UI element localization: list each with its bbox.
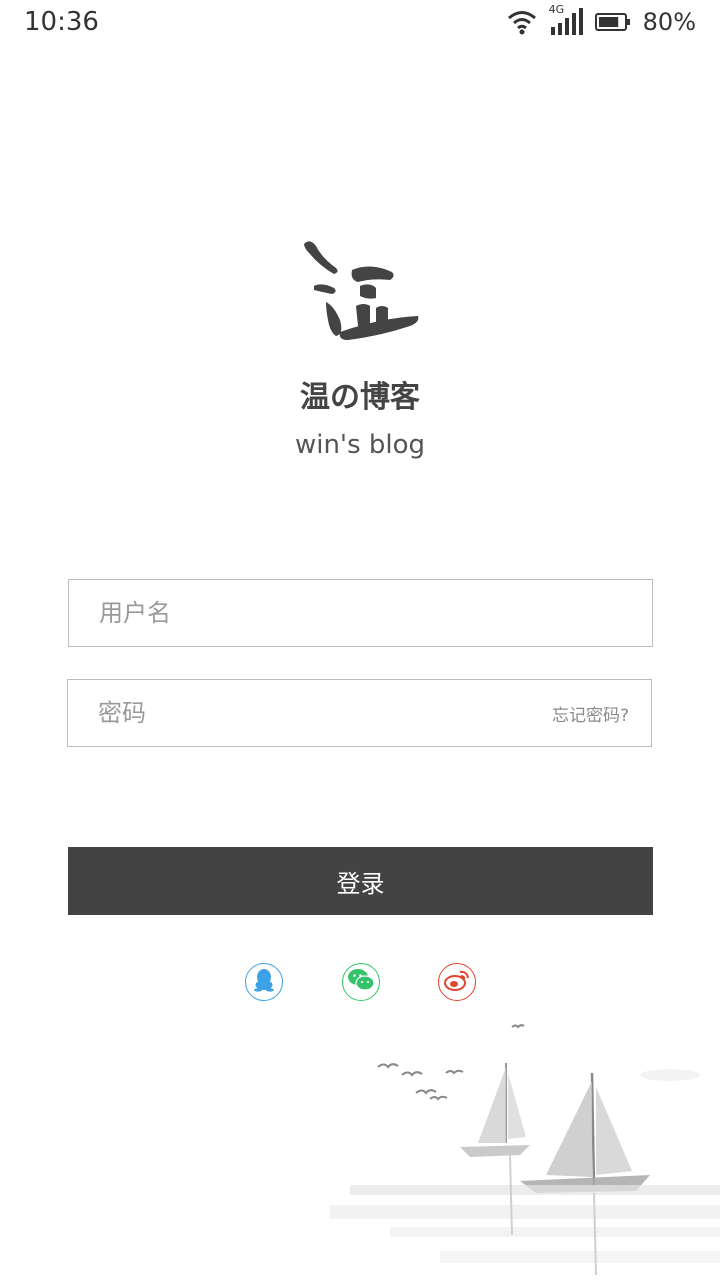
wen-calligraphy-logo-icon (300, 236, 422, 346)
sailboat-scenery-illustration (330, 1015, 720, 1280)
username-input[interactable] (69, 580, 652, 646)
password-input[interactable] (68, 680, 552, 746)
weibo-icon (444, 968, 470, 996)
app-subtitle: win's blog (294, 430, 426, 460)
battery-icon (594, 12, 631, 32)
wechat-icon (347, 968, 375, 996)
qq-penguin-icon (253, 968, 275, 996)
social-login-row (0, 963, 720, 1001)
cellular-signal-icon: 4G (549, 3, 583, 37)
status-bar: 10:36 4G 80% (0, 0, 720, 44)
battery-percent: 80% (642, 8, 696, 36)
wechat-login-button[interactable] (342, 963, 380, 1001)
username-field-container (68, 579, 653, 647)
wifi-icon (507, 9, 537, 35)
status-time: 10:36 (24, 7, 99, 37)
status-indicators: 4G 80% (507, 3, 696, 37)
forgot-password-link[interactable]: 忘记密码? (552, 701, 651, 726)
qq-login-button[interactable] (245, 963, 283, 1001)
app-title: 温の博客 (300, 380, 420, 415)
password-field-container: 忘记密码? (67, 679, 652, 747)
login-button[interactable]: 登录 (68, 847, 653, 915)
weibo-login-button[interactable] (438, 963, 476, 1001)
